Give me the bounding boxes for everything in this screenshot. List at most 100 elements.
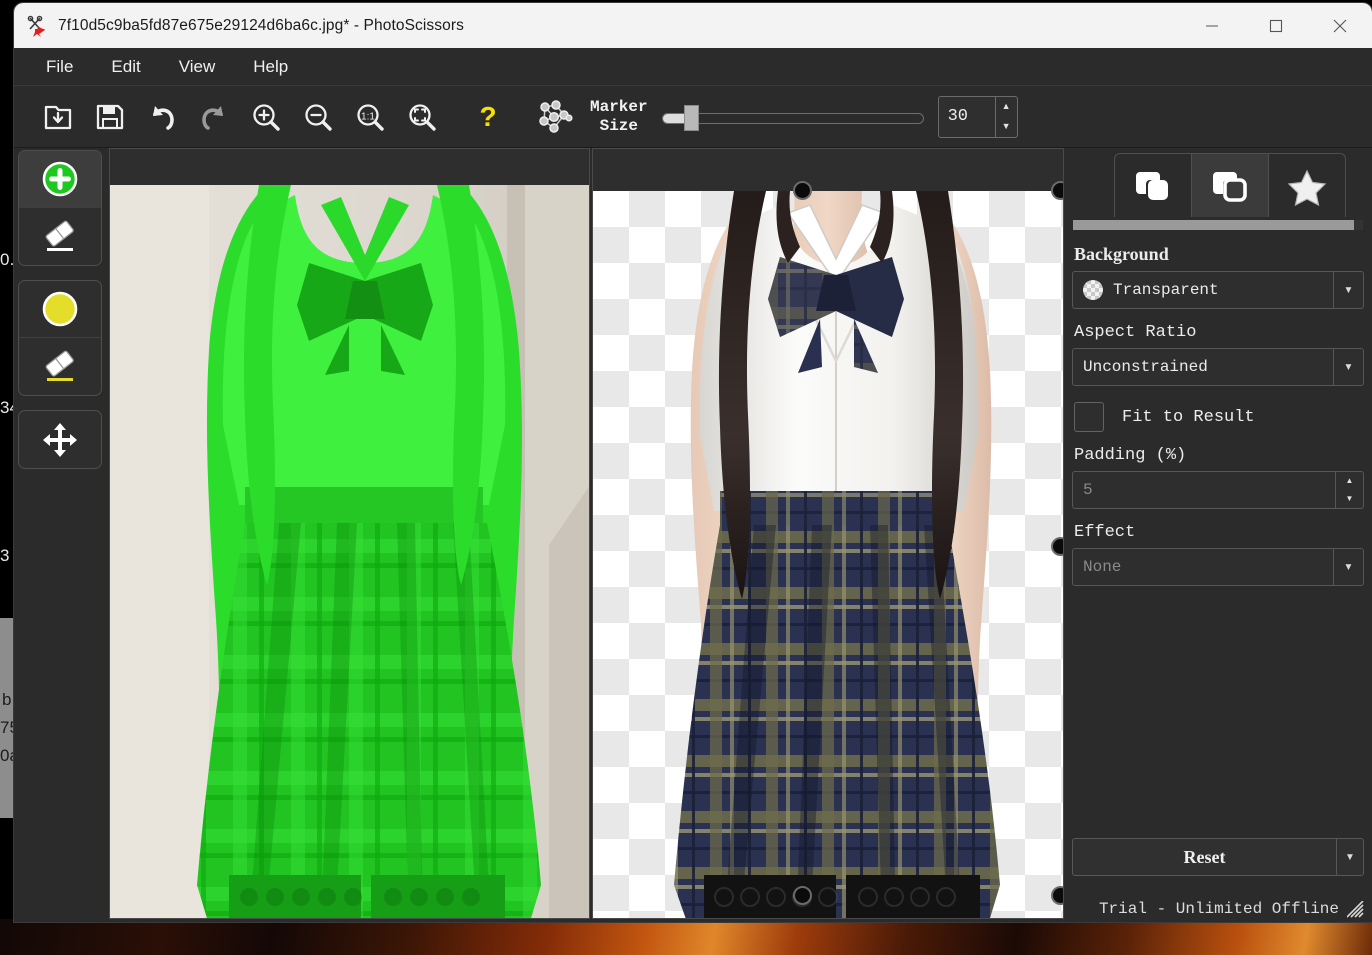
reset-dropdown-icon[interactable]: ▼	[1336, 838, 1364, 876]
crop-handle-bottom[interactable]	[793, 886, 812, 905]
sidebar-item-pan-tool[interactable]	[19, 411, 101, 468]
tab-background[interactable]	[1192, 154, 1269, 217]
settings-panel: Background Transparent ▼ Aspect Ratio Un…	[1064, 148, 1372, 922]
redo-icon[interactable]	[188, 91, 240, 143]
panel-horizontal-scrollbar[interactable]	[1073, 220, 1363, 230]
layers-filled-icon	[1136, 171, 1168, 200]
padding-label: Padding (%)	[1074, 446, 1187, 465]
menu-item-help[interactable]: Help	[238, 53, 303, 81]
menu-item-edit[interactable]: Edit	[96, 53, 155, 81]
padding-stepper[interactable]: 5 ▲ ▼	[1072, 471, 1364, 509]
desktop-wallpaper-strip	[0, 919, 1372, 955]
padding-spin-buttons: ▲ ▼	[1335, 472, 1363, 508]
reset-row: Reset ▼	[1072, 838, 1364, 876]
transparent-checker-swatch	[1083, 280, 1103, 300]
marker-size-label: Marker Size	[590, 97, 648, 135]
minimize-icon[interactable]	[1180, 3, 1244, 48]
svg-text:1:1: 1:1	[361, 111, 375, 122]
bg-fragment-3: b	[2, 690, 12, 709]
marker-size-slider[interactable]	[661, 104, 924, 131]
panel-scroll-thumb[interactable]	[1073, 220, 1355, 230]
help-icon[interactable]: ?	[462, 91, 514, 143]
effect-select[interactable]: None ▼	[1072, 548, 1364, 586]
chevron-down-icon[interactable]: ▼	[1333, 349, 1363, 385]
green-plus-icon	[42, 161, 78, 197]
background-label: Background	[1074, 244, 1169, 264]
sidebar-item-background-marker[interactable]	[19, 281, 101, 338]
window-controls	[1180, 3, 1372, 48]
zoom-out-icon[interactable]	[292, 91, 344, 143]
fit-to-result-checkbox[interactable]	[1074, 402, 1104, 432]
star-icon	[1287, 169, 1327, 206]
yellow-circle-icon	[42, 291, 78, 327]
undo-icon[interactable]	[136, 91, 188, 143]
open-icon[interactable]	[32, 91, 84, 143]
chevron-down-icon[interactable]: ▼	[1333, 549, 1363, 585]
panel-tab-bar	[1114, 153, 1346, 217]
title-bar: 7f10d5c9ba5fd87e675e29124d6ba6c.jpg* - P…	[14, 3, 1372, 48]
marker-size-value[interactable]: 30	[939, 97, 995, 137]
spin-down-icon[interactable]: ▼	[1336, 490, 1363, 508]
slider-track	[661, 112, 924, 124]
source-image-with-green-foreground-mask[interactable]	[110, 185, 589, 919]
bg-fragment-0: 0.	[0, 250, 15, 269]
svg-text:?: ?	[479, 101, 496, 132]
main-toolbar: 1:1 ? Marker Size 30 ▲ ▼	[14, 86, 1372, 148]
tab-effects[interactable]	[1269, 154, 1345, 217]
source-canvas[interactable]	[109, 148, 590, 919]
zoom-in-icon[interactable]	[240, 91, 292, 143]
crop-handle-top-right[interactable]	[1051, 181, 1063, 200]
menu-bar: File Edit View Help	[14, 48, 1372, 86]
resize-grip-icon[interactable]	[1347, 900, 1364, 918]
spin-down-icon[interactable]: ▼	[996, 117, 1017, 137]
zoom-actual-icon[interactable]: 1:1	[344, 91, 396, 143]
status-badge: Trial - Unlimited Offline	[1099, 900, 1364, 918]
crop-handle-bottom-right[interactable]	[1051, 886, 1063, 905]
menu-item-file[interactable]: File	[31, 53, 88, 81]
sidebar-item-foreground-eraser[interactable]	[19, 208, 101, 265]
trial-status-text: Trial - Unlimited Offline	[1098, 900, 1339, 918]
crop-handle-right[interactable]	[1051, 537, 1063, 556]
padding-value[interactable]: 5	[1073, 472, 1335, 508]
slider-thumb[interactable]	[683, 104, 699, 131]
ai-network-icon[interactable]	[528, 91, 580, 143]
maximize-icon[interactable]	[1244, 3, 1308, 48]
zoom-fit-icon[interactable]	[396, 91, 448, 143]
aspect-ratio-select[interactable]: Unconstrained ▼	[1072, 348, 1364, 386]
close-icon[interactable]	[1308, 3, 1372, 48]
window-title: 7f10d5c9ba5fd87e675e29124d6ba6c.jpg* - P…	[58, 16, 464, 34]
sidebar-item-background-eraser[interactable]	[19, 338, 101, 395]
chevron-down-icon[interactable]: ▼	[1333, 272, 1363, 308]
result-canvas[interactable]	[592, 148, 1064, 919]
fit-to-result-row[interactable]: Fit to Result	[1074, 402, 1364, 432]
result-image-cutout[interactable]	[593, 191, 1063, 919]
reset-button[interactable]: Reset	[1072, 838, 1336, 876]
bg-fragment-2: 3	[0, 546, 10, 565]
marker-size-spin-buttons: ▲ ▼	[994, 96, 1017, 137]
eraser-yellow-icon	[45, 350, 74, 381]
menu-item-view[interactable]: View	[164, 53, 231, 81]
tool-rail	[18, 148, 102, 483]
spin-up-icon[interactable]: ▲	[1336, 472, 1363, 490]
aspect-ratio-label: Aspect Ratio	[1074, 323, 1197, 342]
sidebar-item-foreground-marker[interactable]	[19, 151, 101, 208]
background-value: Transparent	[1113, 281, 1219, 299]
effect-label: Effect	[1074, 523, 1136, 542]
workspace: Background Transparent ▼ Aspect Ratio Un…	[14, 148, 1372, 922]
foreground-tool-group	[18, 150, 102, 266]
save-icon[interactable]	[84, 91, 136, 143]
aspect-ratio-value: Unconstrained	[1083, 358, 1208, 376]
move-arrows-icon	[43, 422, 77, 457]
layers-outline-icon	[1213, 171, 1247, 202]
navigation-tool-group	[18, 410, 102, 469]
background-select[interactable]: Transparent ▼	[1072, 271, 1364, 309]
marker-size-stepper[interactable]: 30 ▲ ▼	[937, 95, 1018, 138]
eraser-white-icon	[45, 220, 74, 251]
spin-up-icon[interactable]: ▲	[996, 97, 1017, 117]
crop-handle-top[interactable]	[793, 181, 812, 200]
fit-to-result-label: Fit to Result	[1122, 407, 1255, 427]
tab-foreground[interactable]	[1115, 154, 1192, 217]
effect-value: None	[1083, 558, 1122, 576]
photoscissors-window: 7f10d5c9ba5fd87e675e29124d6ba6c.jpg* - P…	[14, 3, 1372, 922]
scissors-icon	[26, 15, 48, 37]
